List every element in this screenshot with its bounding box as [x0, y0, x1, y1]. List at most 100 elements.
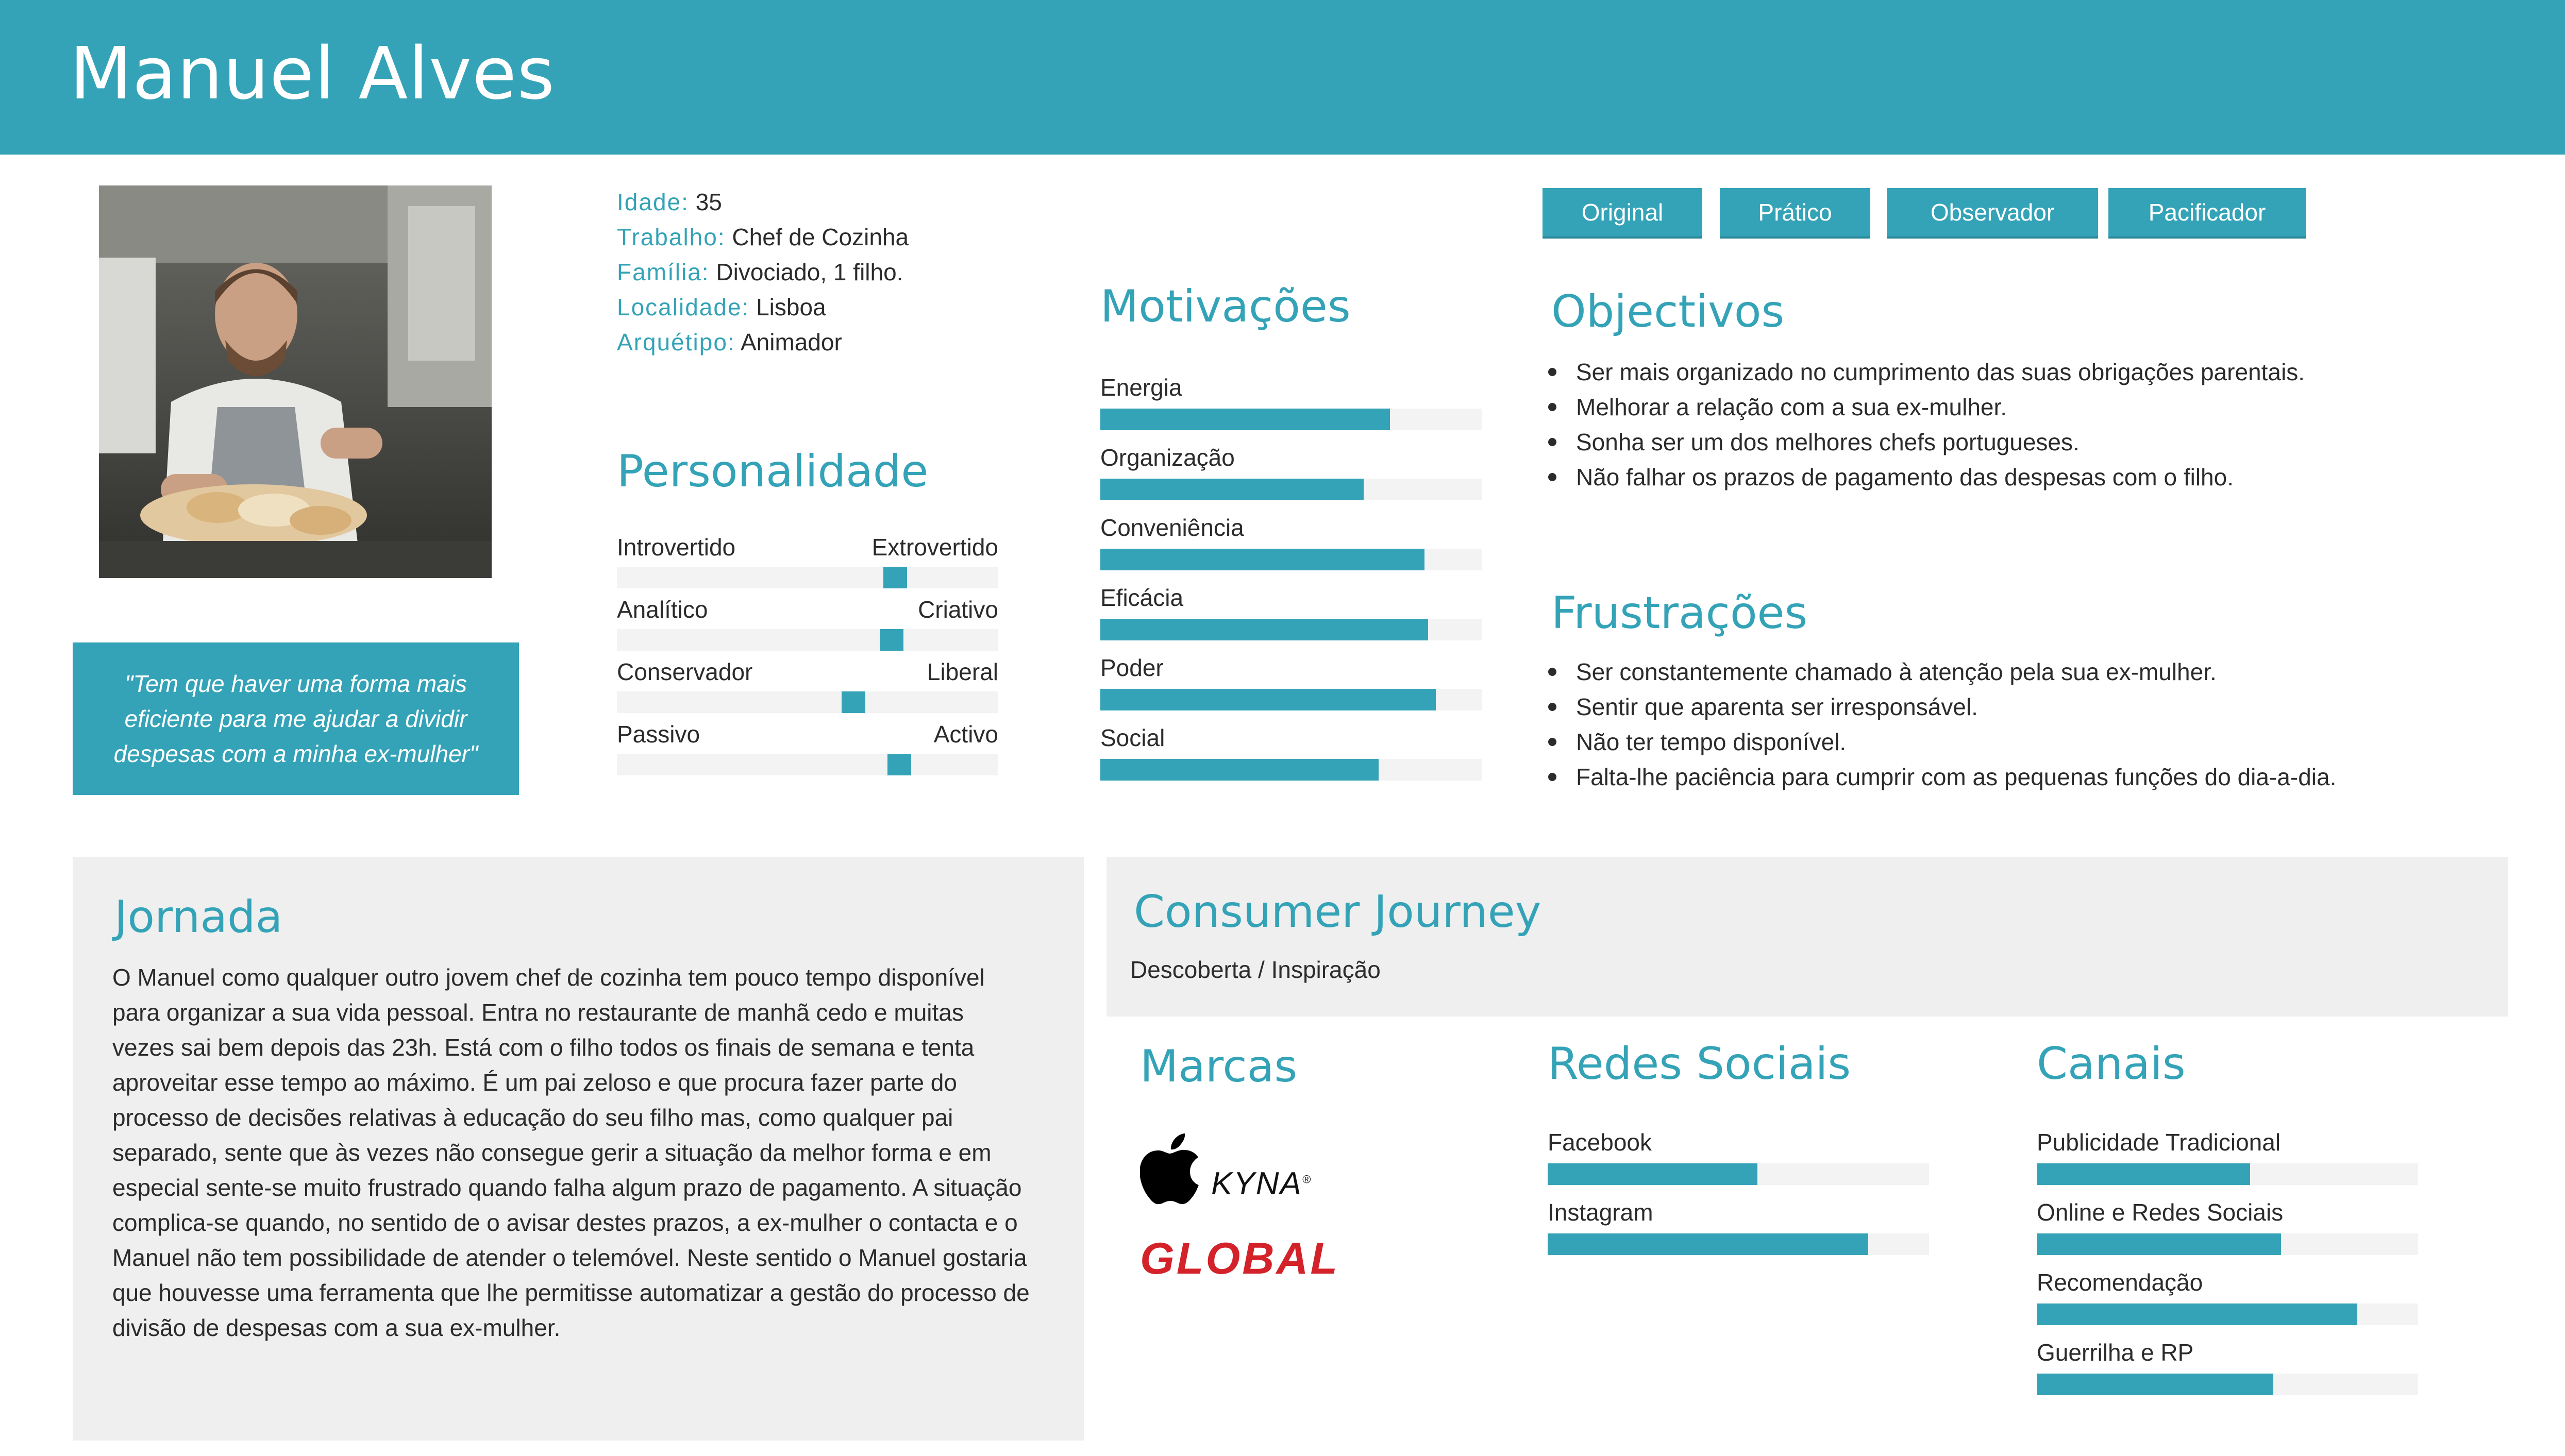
bar-fill: [1100, 689, 1436, 710]
trait-tag: Observador: [1887, 188, 2098, 239]
bar-label: Recomendação: [2037, 1269, 2203, 1296]
channel-bar: Guerrilha e RP: [2037, 1339, 2418, 1395]
slider-left-label: Analítico: [617, 596, 708, 623]
trait-tag: Pacificador: [2108, 188, 2306, 239]
social-title: Redes Sociais: [1548, 1038, 1851, 1090]
bar-track: [1100, 409, 1482, 430]
channels-title: Canais: [2037, 1038, 2186, 1090]
slider-track: [617, 567, 998, 588]
bio-job: Trabalho: Chef de Cozinha: [617, 219, 1081, 255]
objectives-list: Ser mais organizado no cumprimento das s…: [1545, 354, 2305, 495]
persona-name: Manuel Alves: [70, 32, 556, 116]
consumer-journey-stage: Descoberta / Inspiração: [1130, 956, 1381, 983]
slider-left-label: Passivo: [617, 721, 700, 748]
list-item: Melhorar a relação com a sua ex-mulher.: [1545, 390, 2305, 425]
bar-track: [1100, 619, 1482, 640]
journey-text: O Manuel como qualquer outro jovem chef …: [112, 964, 1030, 1341]
motivation-bar: Eficácia: [1100, 584, 1482, 640]
slider-knob: [841, 691, 865, 713]
bar-track: [1100, 689, 1482, 710]
personality-slider: Conservador Liberal: [617, 658, 998, 713]
bio-value: Chef de Cozinha: [732, 224, 909, 250]
bio-family: Família: Divociado, 1 filho.: [617, 255, 1081, 290]
bar-track: [2037, 1163, 2418, 1185]
bar-track: [2037, 1233, 2418, 1255]
bio-value: Animador: [740, 329, 842, 355]
bar-label: Instagram: [1548, 1199, 1653, 1226]
slider-right-label: Extrovertido: [871, 534, 998, 561]
bar-label: Guerrilha e RP: [2037, 1339, 2194, 1366]
slider-knob: [883, 567, 908, 588]
channel-bar: Publicidade Tradicional: [2037, 1128, 2418, 1185]
bar-fill: [2037, 1303, 2357, 1325]
bar-fill: [1100, 619, 1429, 640]
bio-age: Idade: 35: [617, 184, 1081, 219]
consumer-journey-title: Consumer Journey: [1134, 886, 1541, 938]
slider-right-label: Liberal: [927, 658, 998, 685]
bar-fill: [1548, 1163, 1757, 1185]
motivation-bar: Social: [1100, 724, 1482, 781]
list-item: Ser mais organizado no cumprimento das s…: [1545, 354, 2305, 390]
quote-box: "Tem que haver uma forma mais eficiente …: [73, 642, 519, 795]
slider-right-label: Criativo: [918, 596, 998, 623]
list-item: Ser constantemente chamado à atenção pel…: [1545, 654, 2336, 689]
slider-knob: [887, 754, 911, 775]
kyna-trademark: ®: [1302, 1173, 1312, 1186]
bar-track: [1100, 479, 1482, 500]
slider-track: [617, 754, 998, 775]
bar-fill: [1100, 479, 1364, 500]
kyna-logo: KYNA®: [1211, 1165, 1312, 1202]
bio-block: Idade: 35 Trabalho: Chef de Cozinha Famí…: [617, 184, 1081, 360]
frustrations-title: Frustrações: [1551, 587, 1808, 639]
bar-label: Social: [1100, 724, 1165, 751]
bar-fill: [1100, 409, 1390, 430]
bio-label: Localidade:: [617, 294, 750, 320]
personality-slider: Passivo Activo: [617, 720, 998, 775]
slider-left-label: Introvertido: [617, 534, 736, 561]
motivation-bar: Energia: [1100, 374, 1482, 430]
motivation-bar: Conveniência: [1100, 514, 1482, 570]
list-item: Sonha ser um dos melhores chefs portugue…: [1545, 425, 2305, 460]
bio-label: Idade:: [617, 189, 689, 215]
persona-quote: "Tem que haver uma forma mais eficiente …: [113, 670, 478, 767]
bar-fill: [2037, 1163, 2251, 1185]
bar-label: Facebook: [1548, 1129, 1652, 1156]
personality-title: Personalidade: [617, 446, 929, 497]
frustrations-list: Ser constantemente chamado à atenção pel…: [1545, 654, 2336, 794]
bio-label: Família:: [617, 259, 710, 285]
channel-bar: Recomendação: [2037, 1268, 2418, 1325]
motivations-title: Motivações: [1100, 281, 1351, 332]
bar-track: [1548, 1233, 1929, 1255]
bio-value: Divociado, 1 filho.: [716, 259, 903, 285]
bar-label: Conveniência: [1100, 514, 1244, 541]
bar-label: Organização: [1100, 444, 1235, 471]
kyna-logo-text: KYNA: [1211, 1166, 1302, 1201]
bar-label: Poder: [1100, 654, 1164, 681]
slider-knob: [879, 629, 903, 651]
bio-value: 35: [695, 189, 722, 215]
bio-label: Trabalho:: [617, 224, 726, 250]
brands-title: Marcas: [1140, 1041, 1298, 1092]
slider-track: [617, 629, 998, 651]
personality-slider: Introvertido Extrovertido: [617, 533, 998, 588]
channel-bar: Online e Redes Sociais: [2037, 1198, 2418, 1255]
persona-photo: [99, 185, 492, 578]
list-item: Não falhar os prazos de pagamento das de…: [1545, 460, 2305, 495]
slider-left-label: Conservador: [617, 658, 753, 685]
bar-track: [1100, 549, 1482, 570]
slider-right-label: Activo: [933, 721, 998, 748]
bar-track: [2037, 1303, 2418, 1325]
bio-archetype: Arquétipo: Animador: [617, 325, 1081, 360]
bar-fill: [1548, 1233, 1868, 1255]
bar-track: [1100, 759, 1482, 781]
journey-title: Jornada: [114, 891, 283, 943]
bar-fill: [1100, 759, 1379, 781]
personality-slider: Analítico Criativo: [617, 596, 998, 651]
bar-label: Online e Redes Sociais: [2037, 1199, 2284, 1226]
bar-label: Publicidade Tradicional: [2037, 1129, 2281, 1156]
list-item: Não ter tempo disponível.: [1545, 724, 2336, 759]
motivation-bar: Poder: [1100, 654, 1482, 710]
bar-fill: [1100, 549, 1424, 570]
trait-tag: Prático: [1720, 188, 1870, 239]
bar-fill: [2037, 1374, 2273, 1395]
